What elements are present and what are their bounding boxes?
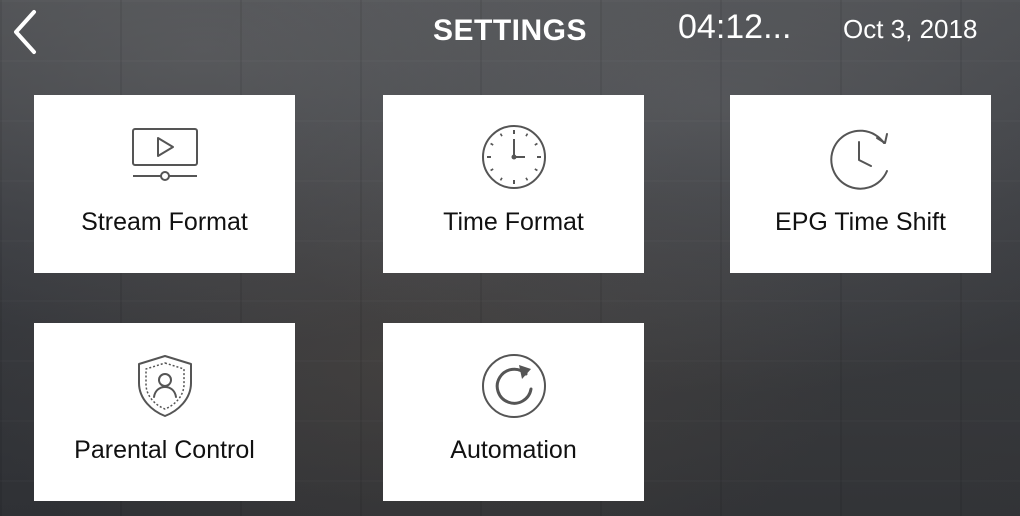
time-format-tile[interactable]: Time Format bbox=[383, 95, 644, 273]
epg-time-shift-tile[interactable]: EPG Time Shift bbox=[730, 95, 991, 273]
video-player-icon bbox=[130, 125, 200, 191]
date-text: Oct 3, 2018 bbox=[843, 14, 978, 44]
epg-time-shift-label: EPG Time Shift bbox=[775, 208, 946, 236]
header-bar: SETTINGS 04:12... Oct 3, 2018 bbox=[0, 0, 1020, 64]
clock-icon bbox=[479, 125, 549, 191]
parental-control-tile[interactable]: Parental Control bbox=[34, 323, 295, 501]
automation-label: Automation bbox=[450, 436, 577, 464]
stream-format-tile[interactable]: Stream Format bbox=[34, 95, 295, 273]
shield-user-icon bbox=[130, 353, 200, 419]
automation-tile[interactable]: Automation bbox=[383, 323, 644, 501]
stream-format-label: Stream Format bbox=[81, 208, 248, 236]
clock-rewind-icon bbox=[826, 125, 896, 191]
parental-control-label: Parental Control bbox=[74, 436, 255, 464]
refresh-icon bbox=[479, 353, 549, 419]
time-format-label: Time Format bbox=[443, 208, 584, 236]
clock-text: 04:12... bbox=[678, 8, 792, 46]
